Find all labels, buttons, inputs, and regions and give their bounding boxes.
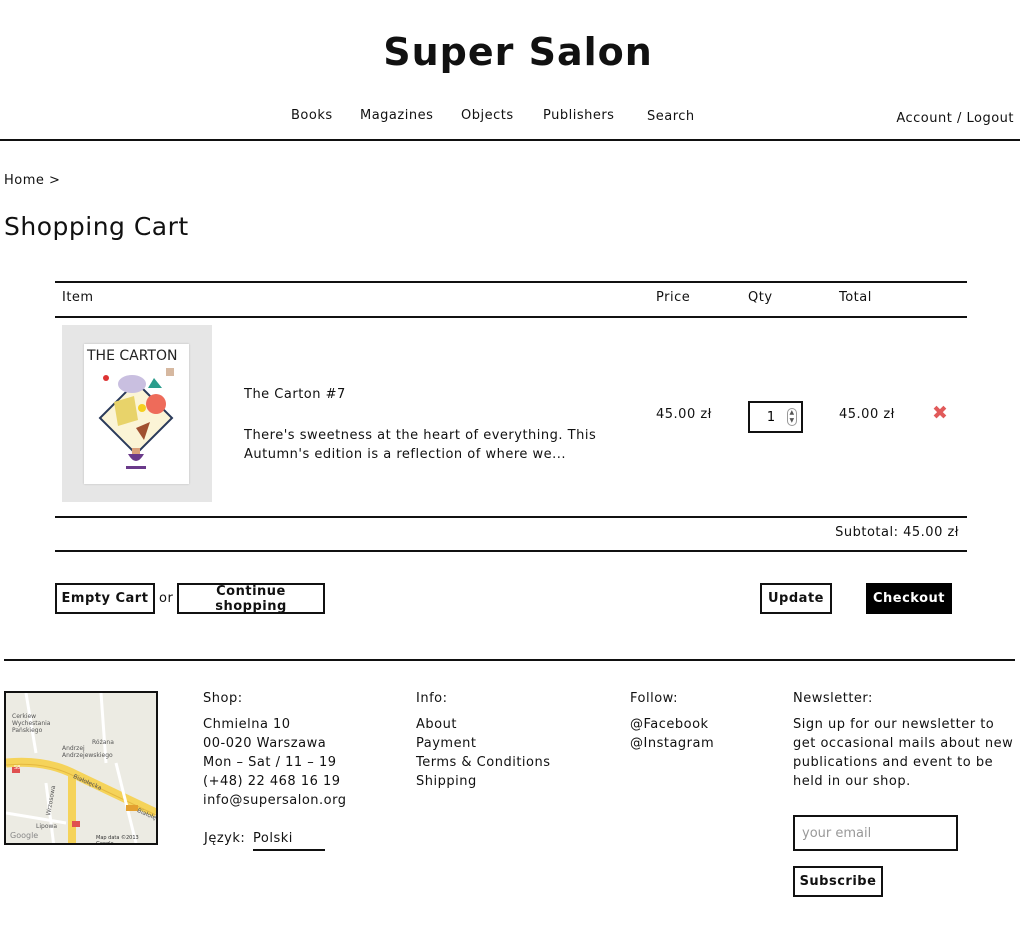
shop-hours: Mon – Sat / 11 – 19 <box>203 755 337 770</box>
table-top-rule <box>55 281 967 283</box>
shop-address-line: 00-020 Warszawa <box>203 736 327 751</box>
continue-shopping-button[interactable]: Continue shopping <box>177 583 325 614</box>
newsletter-text-line: get occasional mails about new <box>793 736 1014 751</box>
column-header-item: Item <box>62 290 94 305</box>
quantity-stepper[interactable]: ▲▼ <box>748 401 803 433</box>
newsletter-text-line: held in our shop. <box>793 774 911 789</box>
store-map[interactable]: Cerkiew Wychestania Pańskiego Różana And… <box>4 691 158 845</box>
nav-magazines[interactable]: Magazines <box>360 108 433 123</box>
checkout-button[interactable]: Checkout <box>866 583 952 614</box>
map-attribution: Map data ©2013 Google <box>96 835 139 845</box>
map-label: Cerkiew Wychestania Pańskiego <box>12 713 51 734</box>
subscribe-button[interactable]: Subscribe <box>793 866 883 897</box>
instagram-link[interactable]: @Instagram <box>630 734 714 753</box>
subtotal: Subtotal: 45.00 zł <box>835 525 959 540</box>
table-header-rule <box>55 316 967 318</box>
shop-heading: Shop: <box>203 691 243 706</box>
shop-address-line: Chmielna 10 <box>203 717 291 732</box>
remove-item-icon[interactable]: ✖ <box>932 402 948 424</box>
info-links: About Payment Terms & Conditions Shippin… <box>416 715 551 791</box>
payment-link[interactable]: Payment <box>416 734 551 753</box>
map-road-number: S8 <box>14 765 21 771</box>
language-label: Język: <box>204 831 246 846</box>
follow-links: @Facebook @Instagram <box>630 715 714 753</box>
nav-books[interactable]: Books <box>291 108 333 123</box>
product-description: There's sweetness at the heart of everyt… <box>244 428 597 462</box>
terms-link[interactable]: Terms & Conditions <box>416 753 551 772</box>
footer-divider <box>4 659 1015 661</box>
subtotal-rule <box>55 550 967 552</box>
site-logo[interactable]: Super Salon <box>0 30 1020 74</box>
newsletter-text-line: Sign up for our newsletter to <box>793 717 995 732</box>
google-logo: Google <box>10 831 39 840</box>
update-button[interactable]: Update <box>760 583 832 614</box>
account-logout-link[interactable]: Account / Logout <box>896 111 1014 126</box>
or-text: or <box>159 591 174 606</box>
quantity-input[interactable] <box>754 407 788 427</box>
cover-art <box>98 368 174 469</box>
about-link[interactable]: About <box>416 715 551 734</box>
email-field[interactable] <box>793 815 958 851</box>
table-bottom-rule <box>55 516 967 518</box>
shop-phone[interactable]: (+48) 22 468 16 19 <box>203 772 347 791</box>
product-cover-image[interactable]: THE CARTON <box>84 344 189 484</box>
spinner-arrows-icon[interactable]: ▲ ▼ <box>787 408 797 426</box>
map-label: Andrzej Andrzejewskiego <box>62 745 113 759</box>
breadcrumb[interactable]: Home > <box>4 173 60 188</box>
column-header-qty: Qty <box>748 290 773 305</box>
product-title[interactable]: The Carton #7 <box>244 387 346 402</box>
shop-email[interactable]: info@supersalon.org <box>203 791 347 810</box>
map-label: Lipowa <box>36 823 58 830</box>
newsletter-text-line: publications and event to be <box>793 755 994 770</box>
header-divider <box>0 139 1020 141</box>
column-header-total: Total <box>839 290 872 305</box>
nav-objects[interactable]: Objects <box>461 108 514 123</box>
facebook-link[interactable]: @Facebook <box>630 715 714 734</box>
shipping-link[interactable]: Shipping <box>416 772 551 791</box>
empty-cart-button[interactable]: Empty Cart <box>55 583 155 614</box>
language-select[interactable]: Polski <box>253 831 325 851</box>
page-title: Shopping Cart <box>4 212 189 241</box>
column-header-price: Price <box>656 290 691 305</box>
nav-publishers[interactable]: Publishers <box>543 108 614 123</box>
newsletter-description: Sign up for our newsletter to get occasi… <box>793 715 1013 791</box>
nav-search[interactable]: Search <box>647 109 695 124</box>
newsletter-heading: Newsletter: <box>793 691 873 706</box>
shop-details: Chmielna 10 00-020 Warszawa Mon – Sat / … <box>203 715 347 810</box>
line-total: 45.00 zł <box>839 407 895 422</box>
follow-heading: Follow: <box>630 691 678 706</box>
info-heading: Info: <box>416 691 448 706</box>
product-price: 45.00 zł <box>656 407 712 422</box>
